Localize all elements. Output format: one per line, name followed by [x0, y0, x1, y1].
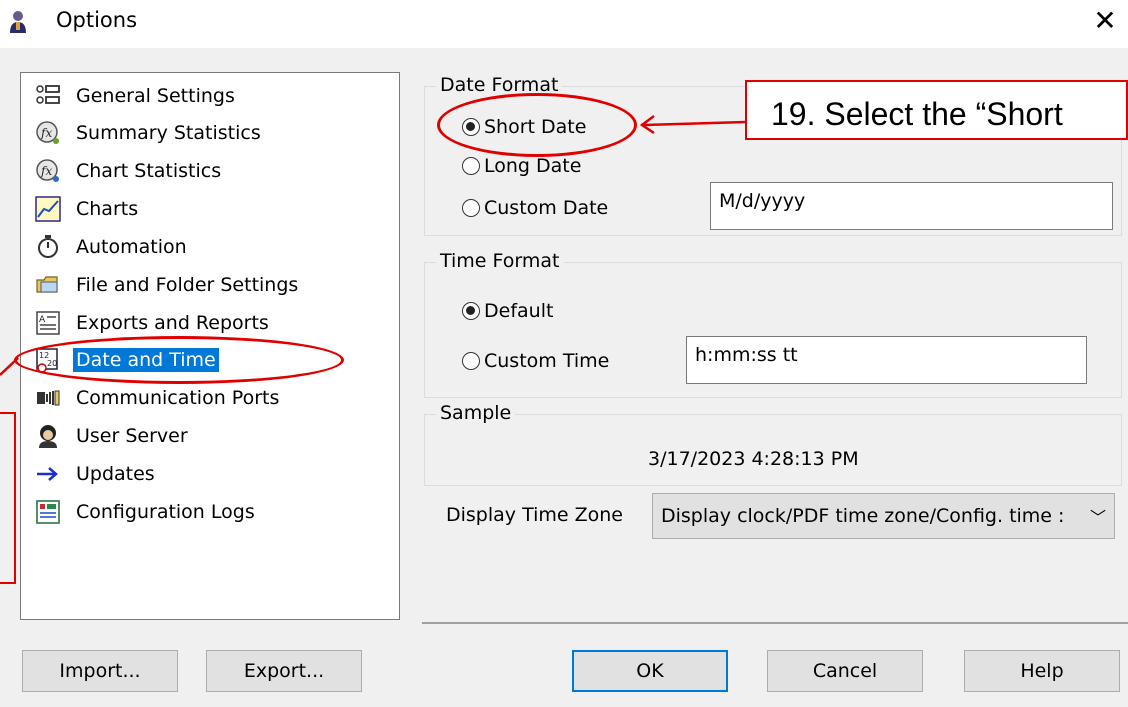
nav-item-communication-ports[interactable]: Communication Ports: [35, 383, 282, 413]
arrow-right-icon: [35, 461, 61, 487]
nav-item-label: General Settings: [76, 85, 235, 107]
default-time-label: Default: [484, 300, 554, 322]
annotation-left-callout-fragment: [0, 412, 16, 584]
long-date-radio[interactable]: Long Date: [462, 155, 581, 177]
nav-item-label: File and Folder Settings: [76, 274, 299, 296]
time-format-label: Time Format: [436, 250, 564, 272]
nav-item-user-server[interactable]: User Server: [35, 421, 191, 451]
nav-item-exports-and-reports[interactable]: A Exports and Reports: [35, 308, 272, 338]
nav-item-file-and-folder-settings[interactable]: File and Folder Settings: [35, 270, 301, 300]
svg-text:A: A: [39, 315, 46, 325]
nav-item-label: Charts: [76, 198, 139, 220]
report-icon: A: [35, 310, 61, 336]
annotation-arrow: [639, 115, 747, 135]
nav-item-label: Communication Ports: [76, 387, 280, 409]
nav-item-chart-statistics[interactable]: fx Chart Statistics: [35, 156, 224, 186]
custom-date-field[interactable]: M/d/yyyy: [710, 182, 1113, 230]
stopwatch-icon: [35, 234, 61, 260]
svg-text:fx: fx: [40, 164, 52, 178]
fx-statistics-icon: fx: [35, 120, 61, 146]
nav-item-updates[interactable]: Updates: [35, 459, 158, 489]
ok-button[interactable]: OK: [572, 650, 728, 692]
nav-item-automation[interactable]: Automation: [35, 232, 190, 262]
user-server-icon: [35, 423, 61, 449]
default-time-radio[interactable]: Default: [462, 300, 553, 322]
annotation-left-arrow: [0, 357, 19, 376]
title-bar: Options ✕: [0, 0, 1128, 44]
custom-time-field[interactable]: h:mm:ss tt: [686, 336, 1087, 384]
radio-indicator[interactable]: [462, 199, 480, 217]
time-zone-select[interactable]: Display clock/PDF time zone/Config. time…: [652, 493, 1115, 539]
port-icon: [35, 385, 61, 411]
custom-time-radio[interactable]: Custom Time: [462, 350, 609, 372]
nav-item-label: User Server: [76, 425, 188, 447]
log-icon: [35, 499, 61, 525]
sample-label: Sample: [436, 402, 516, 424]
annotation-ellipse-short-date: [437, 93, 637, 157]
nav-item-label: Summary Statistics: [76, 122, 261, 144]
settings-list-icon: [35, 83, 61, 109]
app-icon: [8, 10, 28, 34]
nav-item-label: Exports and Reports: [76, 312, 269, 334]
fx-statistics-icon: fx: [35, 158, 61, 184]
chevron-down-icon: ﹀: [1089, 508, 1106, 527]
nav-item-summary-statistics[interactable]: fx Summary Statistics: [35, 118, 264, 148]
custom-date-label: Custom Date: [484, 197, 609, 219]
import-button[interactable]: Import...: [22, 650, 178, 692]
nav-item-label: Configuration Logs: [76, 501, 255, 523]
cancel-button[interactable]: Cancel: [767, 650, 923, 692]
chart-line-icon: [35, 196, 61, 222]
close-icon[interactable]: ✕: [1090, 6, 1120, 36]
help-button[interactable]: Help: [964, 650, 1120, 692]
nav-item-label: Updates: [76, 463, 155, 485]
annotation-callout: 19. Select the “Short: [745, 80, 1128, 140]
custom-date-radio[interactable]: Custom Date: [462, 197, 608, 219]
radio-indicator[interactable]: [462, 157, 480, 175]
separator: [422, 622, 1128, 624]
time-zone-value: Display clock/PDF time zone/Config. time…: [661, 505, 1065, 527]
radio-indicator[interactable]: [462, 352, 480, 370]
custom-time-label: Custom Time: [484, 350, 610, 372]
window-title: Options: [56, 8, 138, 32]
nav-item-general-settings[interactable]: General Settings: [35, 81, 238, 111]
svg-text:fx: fx: [40, 126, 52, 140]
radio-indicator[interactable]: [462, 302, 480, 320]
nav-item-charts[interactable]: Charts: [35, 194, 141, 224]
time-zone-label: Display Time Zone: [446, 504, 623, 526]
sample-value: 3/17/2023 4:28:13 PM: [648, 448, 859, 470]
export-button[interactable]: Export...: [206, 650, 362, 692]
annotation-ellipse-date-and-time: [14, 336, 344, 384]
nav-item-label: Chart Statistics: [76, 160, 222, 182]
folder-icon: [35, 272, 61, 298]
nav-item-configuration-logs[interactable]: Configuration Logs: [35, 497, 258, 527]
nav-item-label: Automation: [76, 236, 187, 258]
long-date-label: Long Date: [484, 155, 582, 177]
